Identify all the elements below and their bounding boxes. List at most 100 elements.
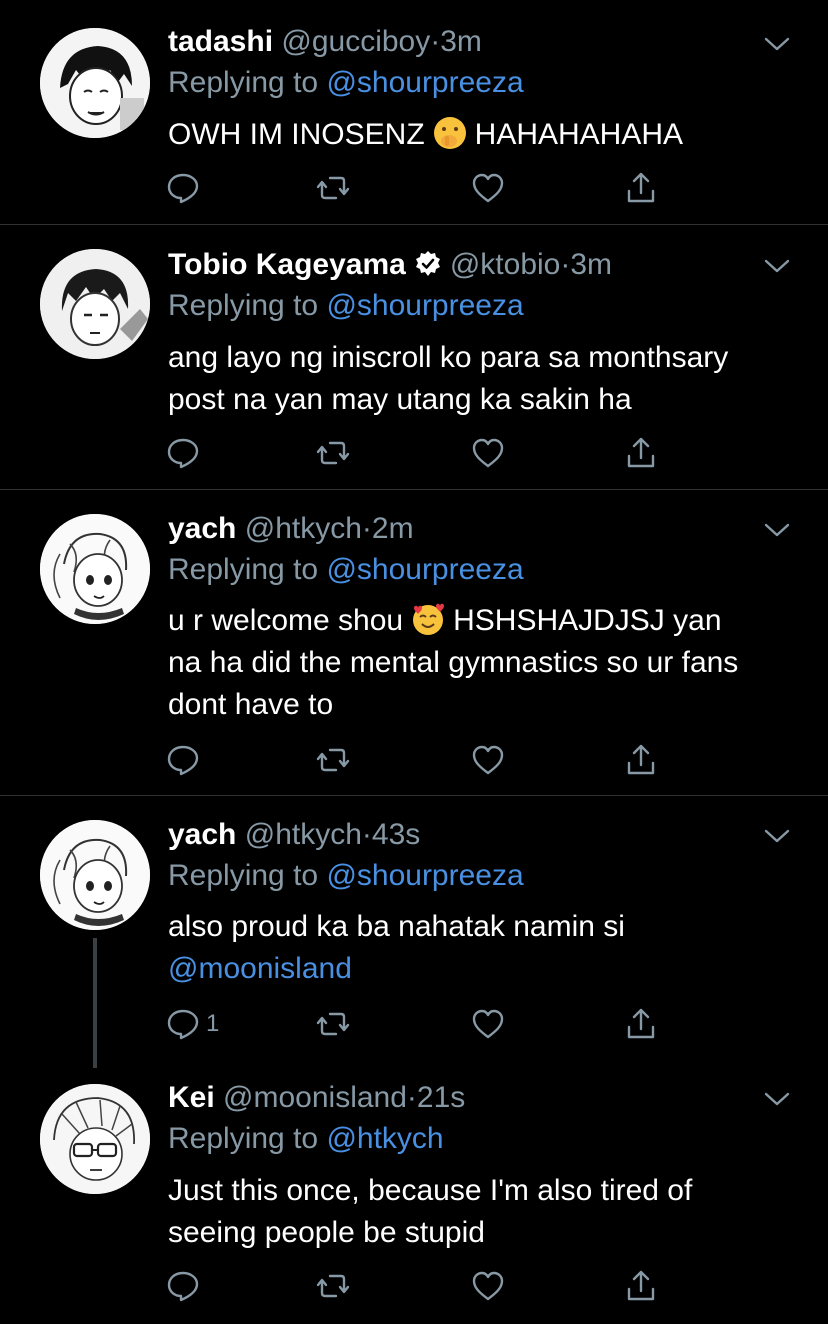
timestamp[interactable]: 21s [417,1081,465,1114]
verified-badge-icon [415,251,440,276]
tweet-header: Tobio Kageyama @ktobio·3m [168,245,612,285]
share-icon [627,172,655,203]
tweet-actions [166,1268,666,1304]
timestamp[interactable]: 2m [372,512,414,545]
retweet-button[interactable] [316,1006,350,1042]
reply-icon [167,173,199,204]
timestamp[interactable]: 43s [372,818,420,851]
chevron-down-icon[interactable] [764,36,790,52]
display-name[interactable]: Kei [168,1081,215,1114]
reply-button[interactable] [166,170,206,206]
display-name[interactable]: tadashi [168,25,273,58]
tweet[interactable]: Kei @moonisland·21s Replying to @htkych … [0,1062,828,1324]
separator-dot: · [406,1081,417,1114]
tweet-actions: 1 [166,1006,666,1042]
chevron-down-icon[interactable] [764,1091,790,1107]
user-handle[interactable]: @htkych [245,512,362,545]
reply-icon [167,745,199,776]
chevron-down-icon[interactable] [764,828,790,844]
user-handle[interactable]: @gucciboy [281,25,430,58]
reply-button[interactable] [166,742,206,778]
tweet-actions [166,170,666,206]
share-icon [627,1008,655,1039]
share-icon [627,1270,655,1301]
retweet-icon [316,1012,350,1036]
tweet-text: ang layo ng iniscroll ko para sa monthsa… [168,341,729,416]
replying-to: Replying to @shourpreeza [168,553,524,586]
retweet-icon [316,1274,350,1298]
mention-link[interactable]: @shourpreeza [326,289,523,322]
like-button[interactable] [471,1006,505,1042]
like-button[interactable] [471,435,505,471]
timestamp[interactable]: 3m [440,25,482,58]
user-handle[interactable]: @htkych [245,818,362,851]
like-button[interactable] [471,170,505,206]
replying-to: Replying to @shourpreeza [168,859,524,892]
tweet-header: yach @htkych·43s [168,815,420,855]
smiling-face-with-hearts-icon [413,603,445,635]
reply-icon [167,438,199,469]
share-icon [627,744,655,775]
timestamp[interactable]: 3m [570,248,612,281]
mention-link[interactable]: @htkych [326,1122,443,1155]
tweet-header: yach @htkych·2m [168,509,414,549]
retweet-icon [316,748,350,772]
chevron-down-icon[interactable] [764,522,790,538]
mention-link[interactable]: @shourpreeza [326,553,523,586]
user-handle[interactable]: @ktobio [450,248,561,281]
chevron-down-icon[interactable] [764,258,790,274]
tweet[interactable]: tadashi @gucciboy·3m Replying to @shourp… [0,0,828,224]
share-button[interactable] [624,742,658,778]
heart-icon [472,1009,504,1039]
mention-link[interactable]: @shourpreeza [326,859,523,892]
mention-link[interactable]: @shourpreeza [326,66,523,99]
tweet-actions [166,742,666,778]
separator-dot: · [361,512,372,545]
retweet-button[interactable] [316,742,350,778]
display-name[interactable]: yach [168,818,236,851]
share-button[interactable] [624,1268,658,1304]
tweet-text: Just this once, because I'm also tired o… [168,1174,693,1249]
separator-dot: · [560,248,571,281]
like-button[interactable] [471,1268,505,1304]
retweet-button[interactable] [316,170,350,206]
reply-button[interactable] [166,435,206,471]
tweet[interactable]: yach @htkych·43s Replying to @shourpreez… [0,796,828,1068]
heart-icon [472,1271,504,1301]
replying-to: Replying to @shourpreeza [168,289,524,322]
avatar[interactable] [40,1084,150,1194]
avatar[interactable] [40,514,150,624]
avatar[interactable] [40,249,150,359]
tweet-text: u r welcome shou HSHSHAJDJSJ yan na ha di… [168,603,739,721]
tweet-header: Kei @moonisland·21s [168,1078,465,1118]
avatar[interactable] [40,820,150,930]
shushing-face-icon [433,117,466,149]
tweet[interactable]: Tobio Kageyama @ktobio·3m Replying to @sh… [0,225,828,489]
replying-to: Replying to @htkych [168,1122,444,1155]
separator-dot: · [430,25,441,58]
tweet-actions [166,435,666,471]
reply-button[interactable]: 1 [166,1006,219,1042]
mention-link[interactable]: @moonisland [168,948,798,990]
reply-button[interactable] [166,1268,206,1304]
heart-icon [472,438,504,468]
user-handle[interactable]: @moonisland [223,1081,407,1114]
retweet-button[interactable] [316,435,350,471]
avatar[interactable] [40,28,150,138]
retweet-button[interactable] [316,1268,350,1304]
heart-icon [472,173,504,203]
tweet-text: OWH IM INOSENZ HAHAHAHAHA [168,117,684,151]
tweet-header: tadashi @gucciboy·3m [168,22,482,62]
tweet[interactable]: yach @htkych·2m Replying to @shourpreeza… [0,490,828,795]
share-button[interactable] [624,1006,658,1042]
separator-dot: · [361,818,372,851]
share-button[interactable] [624,170,658,206]
display-name[interactable]: yach [168,512,236,545]
thread-connector-line [93,938,97,1068]
replying-to: Replying to @shourpreeza [168,66,524,99]
share-button[interactable] [624,435,658,471]
display-name[interactable]: Tobio Kageyama [168,248,406,281]
reply-count: 1 [206,1010,220,1037]
retweet-icon [316,441,350,465]
like-button[interactable] [471,742,505,778]
